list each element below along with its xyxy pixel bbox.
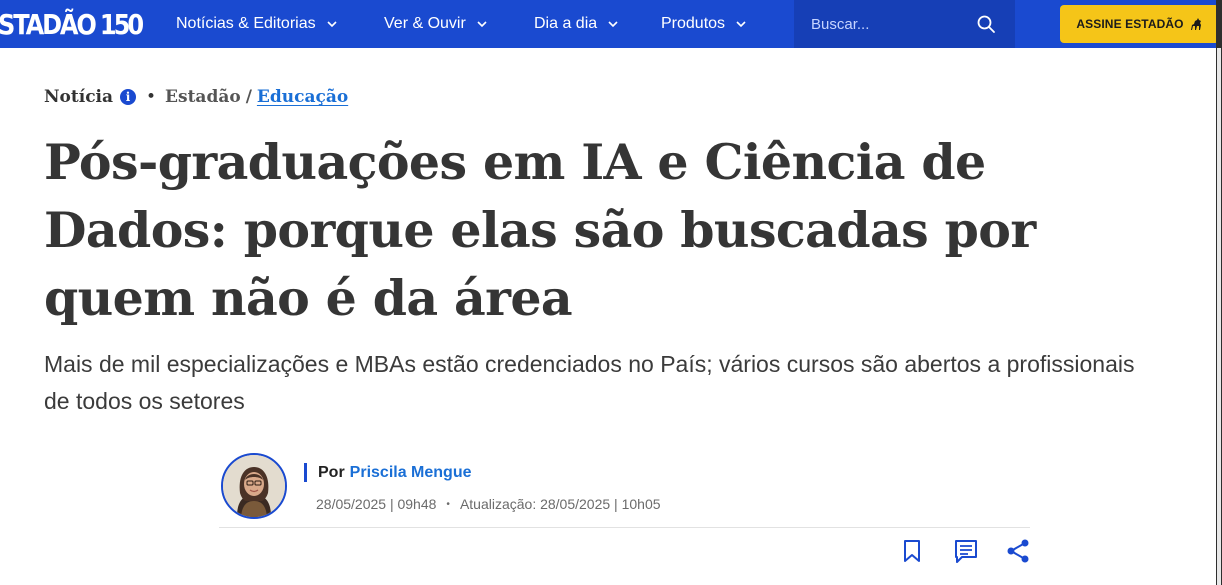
author-accent-bar: [304, 463, 307, 482]
search-box: [794, 0, 1015, 48]
logo-text: STADÃO: [0, 7, 97, 41]
breadcrumb-separator: •: [146, 87, 157, 107]
logo-number: 150: [99, 7, 144, 41]
share-icon: [1005, 538, 1031, 564]
chevron-down-icon: [326, 18, 338, 30]
scrollbar[interactable]: [1217, 48, 1221, 585]
updated-date: Atualização: 28/05/2025 | 10h05: [459, 496, 661, 512]
share-button[interactable]: [1004, 537, 1032, 565]
chevron-down-icon: [607, 18, 619, 30]
author-name-link[interactable]: Priscila Mengue: [350, 464, 472, 482]
article-subtitle: Mais de mil especializações e MBAs estão…: [44, 351, 1135, 414]
top-navigation-bar: STADÃO 150 Notícias & Editorias Ver & Ouv…: [0, 0, 1219, 48]
nav-item-label: Notícias & Editorias: [176, 15, 316, 32]
breadcrumb: Notícia i • Estadão / Educação: [44, 84, 348, 110]
nav-item-label: Ver & Ouvir: [384, 15, 466, 32]
chevron-down-icon: [476, 18, 488, 30]
breadcrumb-section-link[interactable]: Educação: [257, 87, 348, 107]
article-dates: 28/05/2025 | 09h48 • Atualização: 28/05/…: [316, 496, 661, 512]
subscribe-button[interactable]: ASSINE ESTADÃO: [1060, 5, 1219, 43]
horse-rider-icon: [1189, 17, 1203, 31]
nav-item-dia-a-dia[interactable]: Dia a dia: [534, 0, 619, 48]
nav-item-label: Dia a dia: [534, 15, 598, 32]
author-avatar[interactable]: [221, 453, 287, 519]
by-label: Por: [318, 464, 345, 481]
bookmark-button[interactable]: [898, 537, 926, 565]
nav-item-produtos[interactable]: Produtos: [661, 0, 747, 48]
article-title: Pós-graduações em IA e Ciência de Dados:…: [44, 133, 1036, 327]
nav-item-ver-ouvir[interactable]: Ver & Ouvir: [384, 0, 488, 48]
nav-item-label: Produtos: [661, 15, 726, 32]
comment-icon: [953, 538, 979, 564]
bookmark-icon: [901, 539, 923, 563]
published-date: 28/05/2025 | 09h48: [316, 496, 437, 512]
author-line: Por Priscila Mengue: [318, 463, 472, 483]
breadcrumb-slash: /: [245, 87, 252, 107]
site-logo[interactable]: STADÃO 150: [0, 7, 144, 41]
date-separator: •: [446, 498, 450, 510]
chevron-down-icon: [735, 18, 747, 30]
subscribe-label: ASSINE ESTADÃO: [1076, 17, 1184, 31]
info-icon[interactable]: i: [120, 89, 137, 105]
comment-button[interactable]: [952, 537, 980, 565]
search-icon[interactable]: [976, 14, 996, 34]
breadcrumb-source: Estadão: [165, 87, 241, 107]
nav-item-noticias-editorias[interactable]: Notícias & Editorias: [176, 0, 338, 48]
search-input[interactable]: [811, 15, 971, 33]
divider: [219, 527, 1030, 528]
content-type-label: Notícia: [44, 87, 114, 107]
